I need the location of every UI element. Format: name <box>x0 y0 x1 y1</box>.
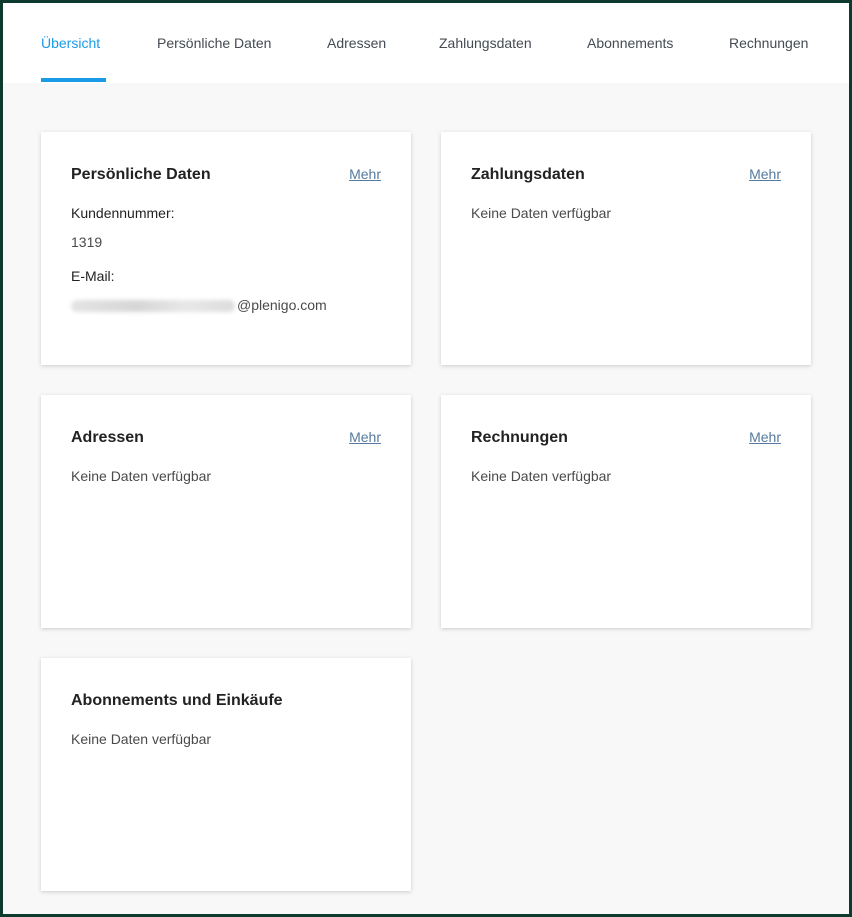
redacted-email-user <box>71 300 235 313</box>
tab-personal-data[interactable]: Persönliche Daten <box>157 34 271 52</box>
email-domain: @plenigo.com <box>237 297 327 313</box>
empty-message: Keine Daten verfügbar <box>471 205 612 221</box>
card-payment-data: Zahlungsdaten Mehr Keine Daten verfügbar <box>441 132 811 365</box>
empty-message: Keine Daten verfügbar <box>471 468 612 484</box>
tab-subscriptions[interactable]: Abonnements <box>587 34 673 52</box>
email-value: @plenigo.com <box>71 297 327 313</box>
tab-invoices[interactable]: Rechnungen <box>729 34 808 52</box>
customer-number-value: 1319 <box>71 234 103 250</box>
card-title: Adressen <box>71 429 144 446</box>
card-personal-data: Persönliche Daten Mehr Kundennummer: 131… <box>41 132 411 365</box>
empty-message: Keine Daten verfügbar <box>71 731 212 747</box>
more-link-addresses[interactable]: Mehr <box>349 429 381 445</box>
tab-addresses[interactable]: Adressen <box>327 34 386 52</box>
tab-bar: Übersicht Persönliche Daten Adressen Zah… <box>3 3 849 83</box>
card-addresses: Adressen Mehr Keine Daten verfügbar <box>41 395 411 628</box>
card-title: Persönliche Daten <box>71 166 211 183</box>
email-label: E-Mail: <box>71 268 115 284</box>
more-link-invoices[interactable]: Mehr <box>749 429 781 445</box>
card-title: Zahlungsdaten <box>471 166 585 183</box>
more-link-personal-data[interactable]: Mehr <box>349 166 381 182</box>
tab-overview[interactable]: Übersicht <box>41 34 100 52</box>
active-tab-indicator <box>41 78 106 82</box>
card-subscriptions-purchases: Abonnements und Einkäufe Keine Daten ver… <box>41 658 411 891</box>
account-overview-page: Übersicht Persönliche Daten Adressen Zah… <box>3 3 849 914</box>
empty-message: Keine Daten verfügbar <box>71 468 212 484</box>
customer-number-label: Kundennummer: <box>71 205 175 221</box>
card-title: Rechnungen <box>471 429 568 446</box>
card-invoices: Rechnungen Mehr Keine Daten verfügbar <box>441 395 811 628</box>
more-link-payment-data[interactable]: Mehr <box>749 166 781 182</box>
tab-payment-data[interactable]: Zahlungsdaten <box>439 34 532 52</box>
card-title: Abonnements und Einkäufe <box>71 692 283 709</box>
